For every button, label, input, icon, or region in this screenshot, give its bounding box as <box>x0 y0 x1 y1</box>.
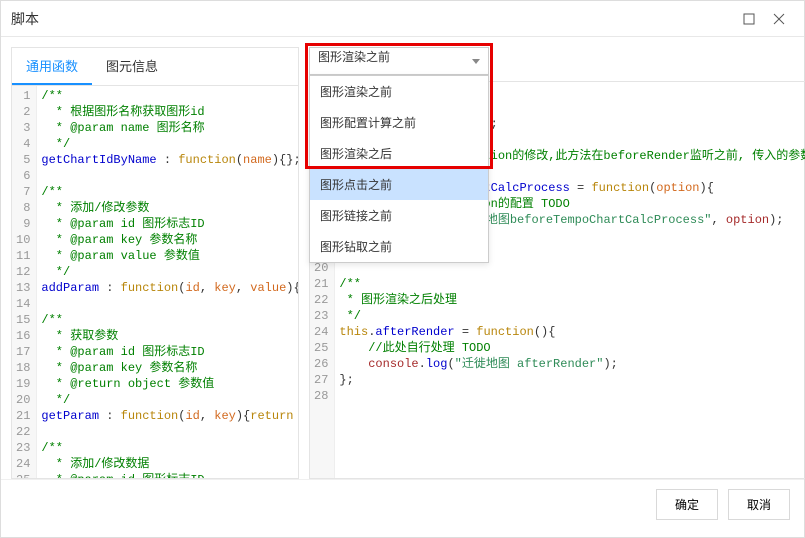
script-hook-select[interactable]: 图形渲染之前 <box>309 47 489 75</box>
script-hook-select-wrap: 图形渲染之前 图形渲染之前图形配置计算之前图形渲染之后图形点击之前图形链接之前图… <box>309 47 489 75</box>
ok-button[interactable]: 确定 <box>656 489 718 520</box>
script-hook-dropdown[interactable]: 图形渲染之前图形配置计算之前图形渲染之后图形点击之前图形链接之前图形钻取之前 <box>309 75 489 263</box>
maximize-button[interactable] <box>734 4 764 34</box>
titlebar: 脚本 <box>1 1 804 37</box>
dropdown-option[interactable]: 图形配置计算之前 <box>310 107 488 138</box>
tab-meta-info[interactable]: 图元信息 <box>92 48 172 85</box>
dropdown-option[interactable]: 图形链接之前 <box>310 200 488 231</box>
tab-general-functions[interactable]: 通用函数 <box>12 48 92 85</box>
right-panel: 图形渲染之前 图形渲染之前图形配置计算之前图形渲染之后图形点击之前图形链接之前图… <box>309 47 805 479</box>
close-button[interactable] <box>764 4 794 34</box>
left-code-editor[interactable]: 1 2 3 4 5 6 7 8 9 10 11 12 13 14 15 16 1… <box>12 86 298 478</box>
left-tabs: 通用函数 图元信息 <box>12 48 298 86</box>
window-title: 脚本 <box>11 9 734 29</box>
footer: 确定 取消 <box>1 479 804 529</box>
dropdown-option[interactable]: 图形点击之前 <box>310 169 488 200</box>
dropdown-option[interactable]: 图形钻取之前 <box>310 231 488 262</box>
cancel-button[interactable]: 取消 <box>728 489 790 520</box>
left-panel: 通用函数 图元信息 1 2 3 4 5 6 7 8 9 10 11 12 13 … <box>11 47 299 479</box>
content: 通用函数 图元信息 1 2 3 4 5 6 7 8 9 10 11 12 13 … <box>1 37 804 479</box>
left-code[interactable]: /** * 根据图形名称获取图形id * @param name 图形名称 */… <box>37 86 298 478</box>
dropdown-option[interactable]: 图形渲染之前 <box>310 76 488 107</box>
dropdown-option[interactable]: 图形渲染之后 <box>310 138 488 169</box>
left-gutter: 1 2 3 4 5 6 7 8 9 10 11 12 13 14 15 16 1… <box>12 86 37 478</box>
